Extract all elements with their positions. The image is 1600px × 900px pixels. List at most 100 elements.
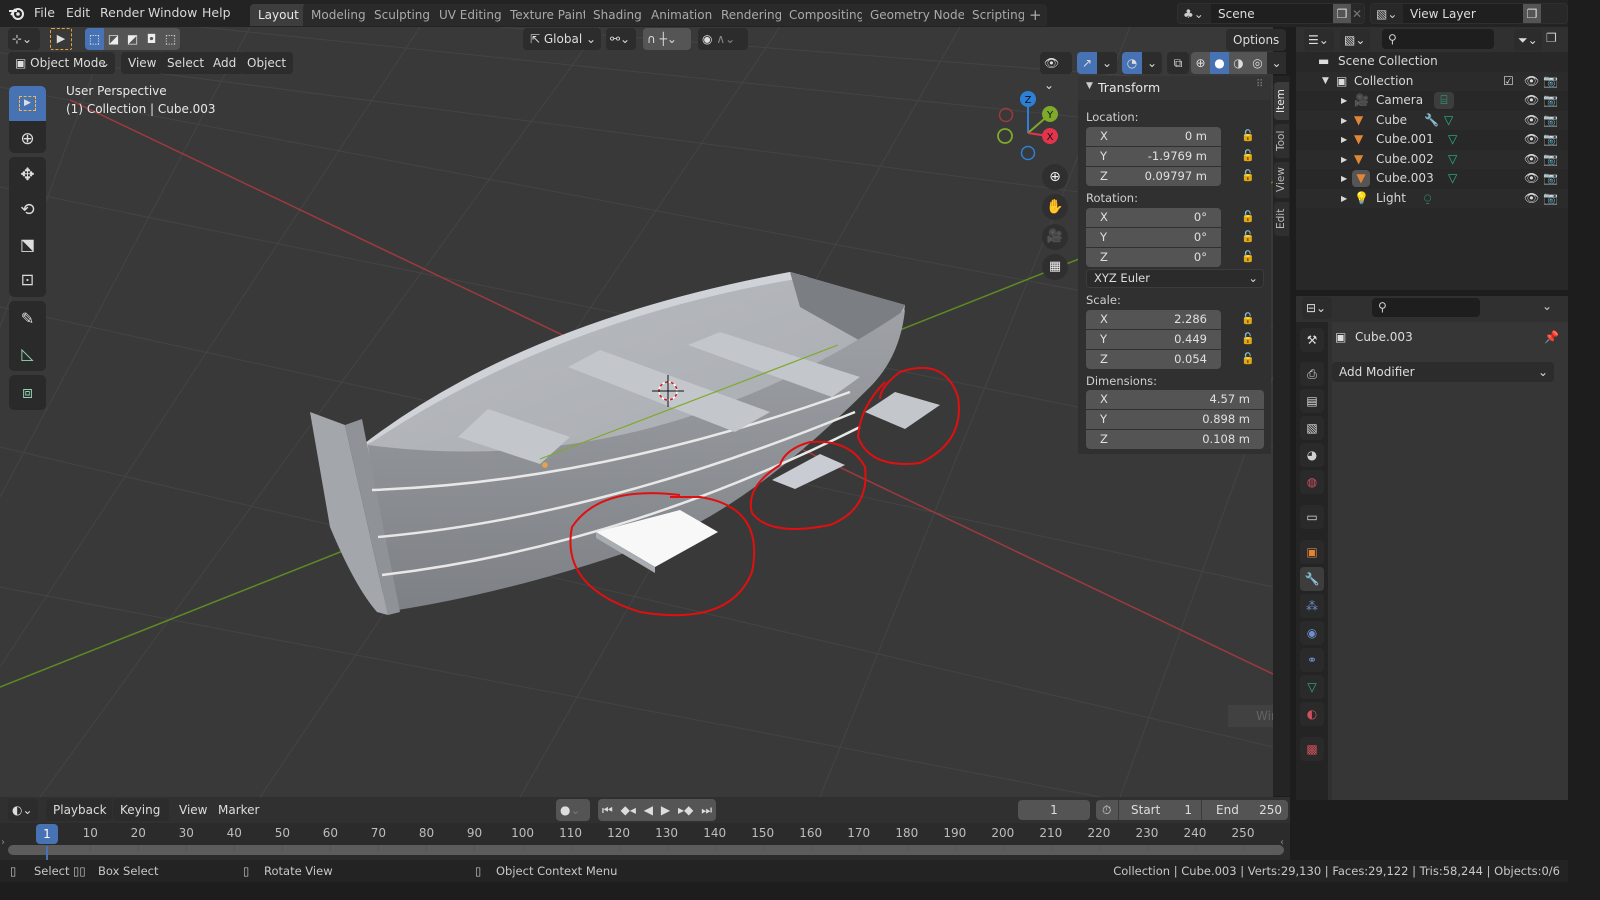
rotation-mode-dropdown[interactable]: XYZ Euler ⌄: [1086, 269, 1264, 288]
camera-data-icon[interactable]: ⌸: [1434, 92, 1454, 109]
outliner-row-light[interactable]: ▶ 💡 Light ⍜ 👁 📷: [1296, 188, 1568, 208]
play-reverse-icon[interactable]: ◀: [644, 799, 653, 821]
outliner-row-camera[interactable]: ▶ 🎥 Camera ⌸ 👁 📷: [1296, 91, 1568, 111]
material-properties-tab[interactable]: ◐: [1300, 702, 1324, 726]
play-icon[interactable]: ▶: [661, 799, 670, 821]
scene-selector[interactable]: ♣⌄ Scene ❐ ✕: [1177, 3, 1365, 24]
modifier-wrench-icon[interactable]: 🔧: [1424, 111, 1439, 131]
cursor-tool[interactable]: ⊕: [9, 121, 46, 156]
menu-help[interactable]: Help: [202, 5, 231, 20]
collapse-region-icon[interactable]: ‹: [1280, 837, 1284, 848]
properties-editor-type-icon[interactable]: ⊟⌄: [1302, 297, 1332, 319]
add-workspace-button[interactable]: +: [1024, 4, 1047, 26]
menu-file[interactable]: File: [34, 5, 55, 20]
options-dropdown[interactable]: Options ⌄: [1226, 29, 1286, 69]
proportional-editing-toggle[interactable]: ◉ ∧⌄: [698, 28, 748, 50]
playback-menu[interactable]: Playback ⌄: [46, 799, 112, 839]
camera-render-icon[interactable]: 📷: [1543, 150, 1558, 170]
mesh-data-properties-tab[interactable]: ▽: [1300, 675, 1324, 699]
wireframe-shading-icon[interactable]: ⊕: [1191, 52, 1210, 74]
lock-scale-z-icon[interactable]: 🔓: [1241, 352, 1255, 366]
neg-y-axis-icon[interactable]: [997, 128, 1013, 144]
exclude-checkbox[interactable]: ☑: [1503, 72, 1514, 92]
delete-scene-icon[interactable]: ✕: [1352, 4, 1362, 24]
tab-animation[interactable]: Animation: [643, 4, 721, 26]
object-properties-tab[interactable]: ▣: [1300, 540, 1324, 564]
new-scene-icon[interactable]: ❐: [1333, 4, 1351, 23]
new-view-layer-icon[interactable]: ❐: [1523, 4, 1541, 23]
neg-z-axis-icon[interactable]: [1020, 145, 1036, 161]
mesh-data-icon[interactable]: ▽: [1444, 111, 1453, 131]
outliner-row-cube-003[interactable]: ▶ ▼ Cube.003 ▽ 👁 📷: [1296, 169, 1568, 189]
expand-triangle-icon[interactable]: ▶: [1341, 91, 1347, 111]
annotate-tool[interactable]: ✎: [9, 301, 46, 336]
add-cube-tool[interactable]: ⧈: [9, 375, 46, 410]
pin-icon[interactable]: 📌: [1544, 330, 1559, 344]
eye-icon[interactable]: 👁: [1524, 111, 1539, 131]
dimensions-z-field[interactable]: Z 0.108 m: [1086, 430, 1264, 449]
dimensions-x-field[interactable]: X 4.57 m: [1086, 390, 1264, 409]
menu-render[interactable]: Render: [100, 5, 145, 20]
world-properties-tab[interactable]: ◍: [1300, 470, 1324, 494]
timeline-marker-menu[interactable]: Marker: [218, 803, 259, 817]
sidebar-tab-tool[interactable]: Tool: [1274, 124, 1289, 158]
select-intersect-icon[interactable]: ⬚: [161, 28, 180, 50]
display-mode-icon[interactable]: ▧⌄: [1340, 29, 1370, 51]
menu-select[interactable]: Select: [160, 52, 212, 74]
auto-keying-toggle[interactable]: ●⌄: [556, 799, 590, 821]
outliner-search-input[interactable]: ⚲: [1382, 29, 1494, 49]
tab-layout[interactable]: Layout: [250, 4, 307, 26]
select-tool-icon[interactable]: ▶: [50, 28, 72, 50]
mode-dropdown[interactable]: ▣ Object Mode ⌄: [8, 52, 115, 74]
tab-scripting[interactable]: Scripting: [964, 4, 1034, 26]
timeline-view-menu[interactable]: View: [179, 803, 207, 817]
next-keyframe-icon[interactable]: ▸◆: [678, 799, 693, 821]
move-tool[interactable]: ✥: [9, 157, 46, 192]
lock-scale-y-icon[interactable]: 🔓: [1241, 332, 1255, 346]
physics-properties-tab[interactable]: ◉: [1300, 621, 1324, 645]
menu-object[interactable]: Object: [240, 52, 294, 74]
menu-window[interactable]: Window: [148, 5, 197, 20]
drag-handle-icon[interactable]: ⠿: [1256, 79, 1263, 90]
camera-view-icon[interactable]: 🎥: [1042, 224, 1068, 250]
snap-toggle[interactable]: ∩ ┼⌄: [643, 28, 691, 50]
properties-search-input[interactable]: ⚲: [1372, 298, 1480, 317]
material-preview-shading-icon[interactable]: ◑: [1229, 52, 1248, 74]
outliner-row-cube[interactable]: ▶ ▼ Cube 🔧 ▽ 👁 📷: [1296, 110, 1568, 131]
select-box-tool[interactable]: ▶: [9, 86, 46, 121]
navigation-gizmo[interactable]: Z Y X: [990, 82, 1070, 162]
scale-z-field[interactable]: Z 0.054: [1086, 350, 1221, 369]
outliner-editor-type-icon[interactable]: ☰⌄: [1304, 29, 1334, 51]
current-frame-field[interactable]: 1: [1018, 800, 1090, 820]
chevron-down-icon[interactable]: ⌄: [1542, 299, 1552, 313]
transform-panel-header[interactable]: ▼ Transform ⠿: [1078, 76, 1271, 100]
texture-properties-tab[interactable]: ▩: [1300, 737, 1324, 761]
rotation-y-field[interactable]: Y 0°: [1086, 228, 1221, 247]
overlays-toggle[interactable]: ◔ ⌄: [1122, 52, 1162, 74]
scene-properties-tab[interactable]: ◕: [1300, 443, 1324, 467]
tab-geometry-nodes[interactable]: Geometry Nodes: [862, 4, 980, 26]
pivot-point-dropdown[interactable]: ⚯⌄: [606, 28, 636, 50]
location-y-field[interactable]: Y -1.9769 m: [1086, 147, 1221, 166]
camera-render-icon[interactable]: 📷: [1543, 91, 1558, 111]
camera-render-icon[interactable]: 📷: [1543, 72, 1558, 92]
prev-keyframe-icon[interactable]: ◆◂: [621, 799, 636, 821]
eye-icon[interactable]: 👁: [1524, 130, 1539, 150]
visibility-selectability-icon[interactable]: 👁⌄: [1040, 52, 1072, 92]
camera-render-icon[interactable]: 📷: [1543, 130, 1558, 150]
expand-triangle-icon[interactable]: ▶: [1341, 111, 1347, 131]
particles-properties-tab[interactable]: ⁂: [1300, 594, 1324, 618]
view-layer-selector[interactable]: ▧⌄ View Layer ❐: [1370, 3, 1568, 24]
chevron-down-icon[interactable]: ⌄: [1267, 52, 1286, 74]
sidebar-tab-view[interactable]: View: [1274, 162, 1289, 198]
lock-location-z-icon[interactable]: 🔓: [1241, 169, 1255, 183]
expand-triangle-icon[interactable]: ▶: [1341, 169, 1347, 189]
eye-icon[interactable]: 👁: [1524, 169, 1539, 189]
tab-compositing[interactable]: Compositing: [781, 4, 873, 26]
gizmo-toggle[interactable]: ↗ ⌄: [1077, 52, 1117, 74]
view-layer-name[interactable]: View Layer: [1403, 4, 1523, 23]
expand-triangle-icon[interactable]: ▶: [1341, 130, 1347, 150]
pan-view-hand-icon[interactable]: ✋: [1042, 194, 1068, 220]
lock-rotation-x-icon[interactable]: 🔓: [1241, 210, 1255, 224]
modifier-properties-tab[interactable]: 🔧: [1300, 567, 1324, 591]
